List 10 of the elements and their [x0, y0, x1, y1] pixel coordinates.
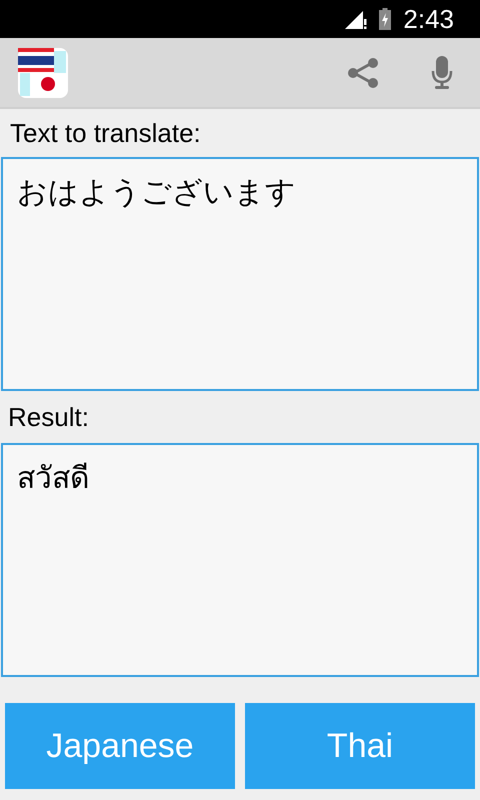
clock-time: 2:43: [403, 6, 454, 32]
input-label: Text to translate:: [10, 117, 202, 149]
share-icon: [346, 56, 380, 90]
flags-icon: [18, 48, 68, 98]
input-field[interactable]: おはようございます: [1, 157, 479, 391]
battery-icon: [379, 8, 392, 30]
result-field[interactable]: สวัสดี: [1, 443, 479, 677]
result-label: Result:: [8, 401, 90, 433]
microphone-icon: [431, 56, 453, 90]
signal-icon: [345, 9, 368, 29]
